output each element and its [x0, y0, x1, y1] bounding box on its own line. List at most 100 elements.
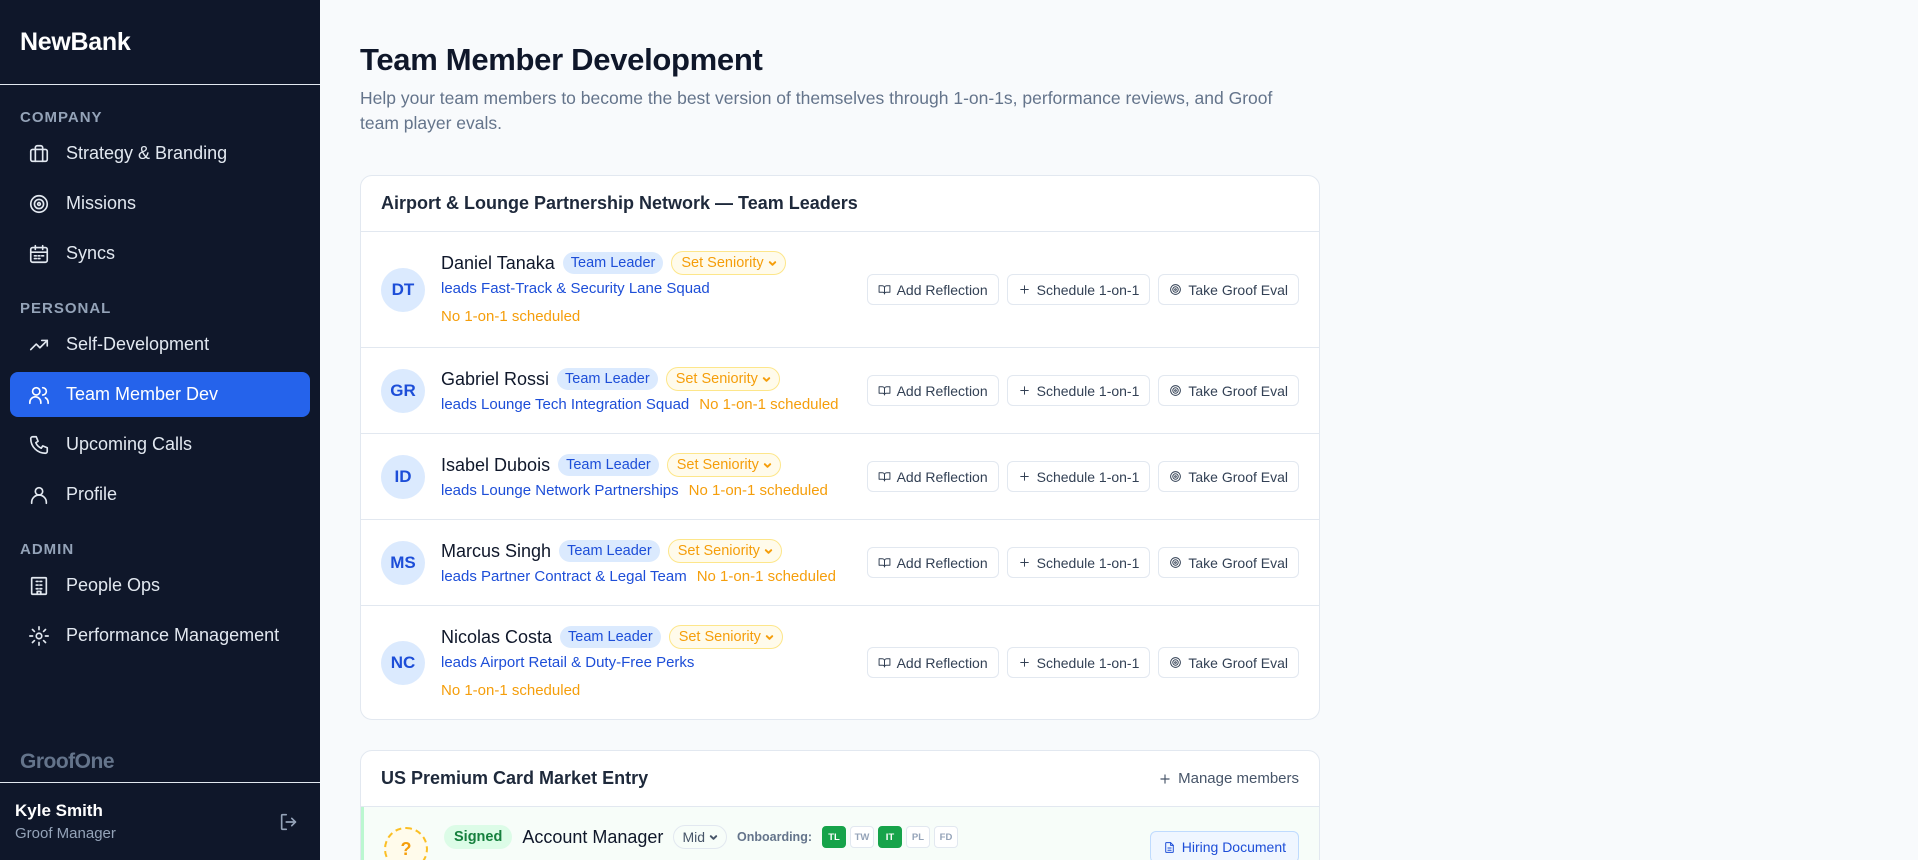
- lead-link[interactable]: leads Fast-Track & Security Lane Squad: [441, 279, 710, 299]
- avatar: ?: [384, 827, 428, 860]
- button-label: Add Reflection: [896, 281, 988, 298]
- set-seniority-dropdown[interactable]: Set Seniority: [667, 539, 782, 563]
- add-reflection-button[interactable]: Add Reflection: [866, 274, 999, 305]
- onboarding-step-tl[interactable]: TL: [822, 826, 846, 848]
- target-icon: [1170, 284, 1182, 295]
- schedule-1on1-button[interactable]: Schedule 1-on-1: [1006, 547, 1151, 578]
- team-leader-badge: Team Leader: [558, 454, 659, 476]
- take-groof-eval-button[interactable]: Take Groof Eval: [1158, 375, 1299, 406]
- sidebar-item-missions[interactable]: Missions: [10, 181, 310, 226]
- button-label: Take Groof Eval: [1188, 281, 1288, 298]
- take-groof-eval-button[interactable]: Take Groof Eval: [1158, 647, 1299, 678]
- users-icon: [29, 386, 49, 404]
- logout-button[interactable]: [278, 811, 300, 833]
- manage-members-button[interactable]: Manage members: [1158, 770, 1299, 787]
- member-info: Daniel Tanaka Team Leader Set Seniority …: [441, 250, 786, 325]
- sidebar-item-self-development[interactable]: Self-Development: [10, 322, 310, 367]
- member-name[interactable]: Nicolas Costa: [441, 627, 552, 648]
- sidebar-item-strategy-branding[interactable]: Strategy & Branding: [10, 131, 310, 176]
- onboarding-step-fd[interactable]: FD: [934, 826, 958, 848]
- add-reflection-button[interactable]: Add Reflection: [866, 647, 999, 678]
- sidebar-item-performance-management[interactable]: Performance Management: [10, 613, 310, 658]
- table-row: ? Signed Account Manager Mid Onboarding:…: [361, 807, 1319, 860]
- button-label: Schedule 1-on-1: [1036, 554, 1140, 571]
- footer-brand: GroofOne: [20, 750, 115, 773]
- target-icon: [1170, 657, 1182, 668]
- onboarding-step-it[interactable]: IT: [878, 826, 902, 848]
- table-row: ID Isabel Dubois Team Leader Set Seniori…: [361, 434, 1319, 520]
- sidebar-item-label: Performance Management: [66, 625, 280, 645]
- schedule-1on1-button[interactable]: Schedule 1-on-1: [1006, 461, 1151, 492]
- member-name[interactable]: Isabel Dubois: [441, 455, 550, 476]
- lead-link[interactable]: leads Partner Contract & Legal Team: [441, 567, 687, 587]
- take-groof-eval-button[interactable]: Take Groof Eval: [1158, 547, 1299, 578]
- brand-logo[interactable]: NewBank: [0, 0, 320, 85]
- schedule-1on1-button[interactable]: Schedule 1-on-1: [1006, 647, 1151, 678]
- lead-link[interactable]: leads Lounge Tech Integration Squad: [441, 395, 689, 415]
- sidebar-item-profile[interactable]: Profile: [10, 472, 310, 517]
- section-label-personal: PERSONAL: [20, 299, 112, 317]
- phone-icon: [29, 435, 49, 454]
- avatar: MS: [381, 541, 425, 585]
- target-icon: [1170, 557, 1182, 568]
- sidebar-item-syncs[interactable]: Syncs: [10, 231, 310, 276]
- avatar: GR: [381, 369, 425, 413]
- button-label: Schedule 1-on-1: [1036, 281, 1140, 298]
- sidebar-item-label: Upcoming Calls: [66, 434, 193, 454]
- take-groof-eval-button[interactable]: Take Groof Eval: [1158, 461, 1299, 492]
- row-actions: Add Reflection Schedule 1-on-1 Take Groo…: [866, 647, 1299, 678]
- seniority-label: Set Seniority: [677, 543, 760, 559]
- user-role: Groof Manager: [15, 825, 116, 842]
- level-label: Mid: [682, 829, 705, 845]
- level-dropdown[interactable]: Mid: [673, 825, 727, 849]
- sidebar-item-people-ops[interactable]: People Ops: [10, 563, 310, 608]
- no-call-status: No 1-on-1 scheduled: [688, 482, 828, 499]
- table-row: DT Daniel Tanaka Team Leader Set Seniori…: [361, 232, 1319, 348]
- member-name[interactable]: Daniel Tanaka: [441, 253, 555, 274]
- add-reflection-button[interactable]: Add Reflection: [866, 547, 999, 578]
- lead-link[interactable]: leads Airport Retail & Duty-Free Perks: [441, 653, 694, 673]
- member-name[interactable]: Gabriel Rossi: [441, 369, 549, 390]
- no-call-status: No 1-on-1 scheduled: [441, 682, 581, 699]
- sidebar-item-label: People Ops: [66, 575, 161, 595]
- sidebar-item-team-member-dev[interactable]: Team Member Dev: [10, 372, 310, 417]
- user-icon: [30, 486, 48, 504]
- add-reflection-button[interactable]: Add Reflection: [866, 461, 999, 492]
- table-row: MS Marcus Singh Team Leader Set Seniorit…: [361, 520, 1319, 606]
- document-icon: [1164, 841, 1174, 853]
- us-premium-card: US Premium Card Market Entry Manage memb…: [360, 750, 1320, 860]
- logout-icon: [280, 813, 297, 831]
- team-leader-badge: Team Leader: [562, 252, 664, 274]
- onboarding-label: Onboarding:: [737, 830, 812, 844]
- member-info: Marcus Singh Team Leader Set Seniority l…: [441, 538, 836, 587]
- user-name: Kyle Smith: [15, 801, 103, 820]
- page-title: Team Member Development: [360, 42, 763, 77]
- member-name[interactable]: Marcus Singh: [441, 541, 551, 562]
- button-label: Schedule 1-on-1: [1036, 468, 1140, 485]
- building-icon: [30, 576, 48, 595]
- onboarding-step-tw[interactable]: TW: [850, 826, 874, 848]
- card-header: US Premium Card Market Entry Manage memb…: [361, 751, 1319, 807]
- hiring-document-button[interactable]: Hiring Document: [1149, 831, 1299, 860]
- onboarding-step-pl[interactable]: PL: [906, 826, 930, 848]
- button-label: Take Groof Eval: [1188, 382, 1288, 399]
- schedule-1on1-button[interactable]: Schedule 1-on-1: [1006, 274, 1151, 305]
- set-seniority-dropdown[interactable]: Set Seniority: [666, 453, 781, 477]
- book-icon: [878, 658, 890, 668]
- button-label: Take Groof Eval: [1188, 554, 1288, 571]
- schedule-1on1-button[interactable]: Schedule 1-on-1: [1006, 375, 1151, 406]
- take-groof-eval-button[interactable]: Take Groof Eval: [1158, 274, 1299, 305]
- set-seniority-dropdown[interactable]: Set Seniority: [668, 625, 783, 649]
- add-reflection-button[interactable]: Add Reflection: [866, 375, 999, 406]
- lead-link[interactable]: leads Lounge Network Partnerships: [441, 481, 679, 501]
- seniority-label: Set Seniority: [676, 457, 759, 473]
- sidebar-item-label: Profile: [66, 484, 118, 504]
- button-label: Add Reflection: [896, 382, 988, 399]
- plus-icon: [1019, 285, 1029, 294]
- set-seniority-dropdown[interactable]: Set Seniority: [665, 367, 780, 391]
- button-label: Take Groof Eval: [1188, 654, 1288, 671]
- sidebar-item-upcoming-calls[interactable]: Upcoming Calls: [10, 422, 310, 467]
- row-actions: Add Reflection Schedule 1-on-1 Take Groo…: [866, 274, 1299, 305]
- set-seniority-dropdown[interactable]: Set Seniority: [671, 251, 786, 275]
- chevron-down-icon: [763, 462, 772, 468]
